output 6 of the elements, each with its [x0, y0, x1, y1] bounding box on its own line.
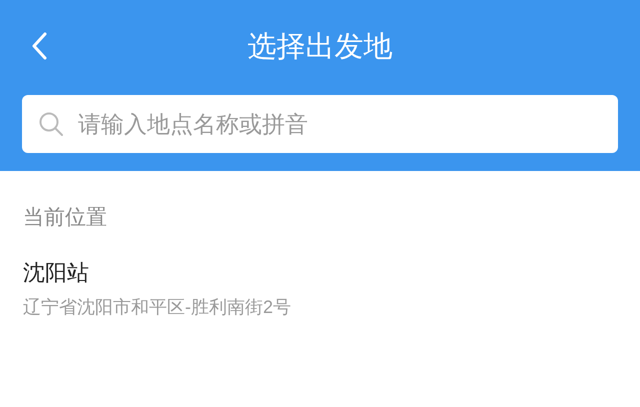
page-title: 选择出发地 — [248, 33, 392, 62]
location-name[interactable]: 沈阳站 — [23, 262, 617, 284]
search-field[interactable]: 请输入地点名称或拼音 — [22, 95, 618, 153]
section-title: 当前位置 — [23, 207, 108, 228]
search-icon — [38, 111, 64, 137]
location-address: 辽宁省沈阳市和平区-胜利南街2号 — [23, 298, 292, 316]
